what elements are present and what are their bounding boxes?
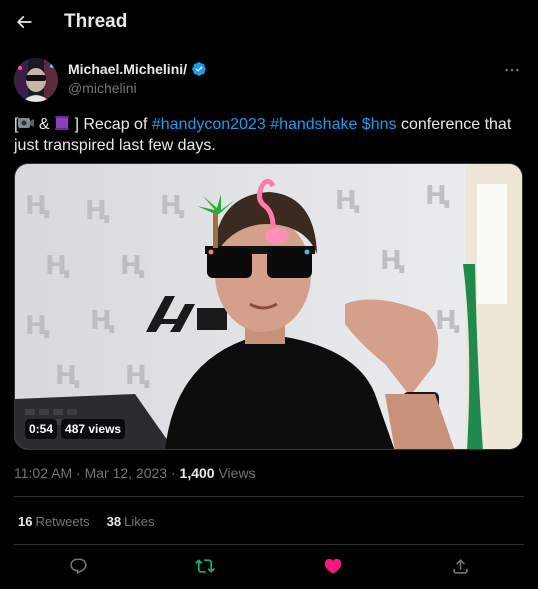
verified-badge-icon xyxy=(192,62,206,76)
svg-text:Ⱨ: Ⱨ xyxy=(160,191,185,221)
separator: · xyxy=(72,465,85,481)
svg-text:Ⱨ: Ⱨ xyxy=(335,186,360,216)
video-duration-badge: 0:54 xyxy=(25,419,58,439)
display-name[interactable]: Michael.Michelini/ xyxy=(68,61,207,77)
svg-text:Ⱨ: Ⱨ xyxy=(90,306,115,336)
svg-text:Ⱨ: Ⱨ xyxy=(435,306,460,336)
arrow-left-icon xyxy=(16,15,32,29)
retweet-icon xyxy=(195,559,215,573)
tweet-meta: 11:02 AM · Mar 12, 2023 · 1,400 Views xyxy=(14,465,256,481)
tweet-date[interactable]: Mar 12, 2023 xyxy=(85,465,168,481)
tweet-actions xyxy=(14,554,524,578)
svg-text:Ⱨ: Ⱨ xyxy=(25,311,50,341)
handle[interactable]: @michelini xyxy=(68,80,207,96)
video-thumbnail: Ⱨ Ⱨ Ⱨ Ⱨ Ⱨ Ⱨ Ⱨ Ⱨ Ⱨ Ⱨ Ⱨ Ⱨ Ⱨ xyxy=(15,164,522,449)
heart-icon xyxy=(324,558,342,574)
share-icon xyxy=(452,558,468,574)
hashtag-link[interactable]: #handshake xyxy=(270,116,357,133)
retweets-count: 16 xyxy=(18,514,33,529)
retweet-button[interactable] xyxy=(193,554,217,578)
page-title: Thread xyxy=(64,11,128,32)
reply-icon xyxy=(69,558,87,574)
more-options-button[interactable] xyxy=(500,60,524,80)
text-segment: ] Recap of xyxy=(70,116,152,133)
likes-count: 38 xyxy=(106,514,122,529)
svg-text:Ⱨ: Ⱨ xyxy=(380,246,405,276)
retweets-stat[interactable]: 16 Retweets xyxy=(18,514,90,529)
svg-text:Ⱨ: Ⱨ xyxy=(125,361,150,391)
views-count: 1,400 xyxy=(179,465,215,481)
video-views-badge: 487 views xyxy=(61,419,126,439)
share-button[interactable] xyxy=(448,554,472,578)
tweet-time[interactable]: 11:02 AM xyxy=(14,465,72,481)
text-segment: & xyxy=(34,116,55,133)
hashtag-link[interactable]: #handycon2023 xyxy=(152,116,266,133)
svg-text:Ⱨ: Ⱨ xyxy=(85,196,110,226)
camera-emoji-icon xyxy=(18,118,35,128)
avatar[interactable] xyxy=(14,58,58,102)
divider xyxy=(14,496,524,497)
more-dots-icon xyxy=(505,68,519,72)
separator: · xyxy=(167,465,180,481)
views-label: Views xyxy=(214,465,256,481)
engagement-stats: 16 Retweets 38 Likes xyxy=(18,514,155,529)
tweet-author: Michael.Michelini/ @michelini xyxy=(14,58,524,102)
top-bar: Thread xyxy=(0,0,538,44)
video-player[interactable]: Ⱨ Ⱨ Ⱨ Ⱨ Ⱨ Ⱨ Ⱨ Ⱨ Ⱨ Ⱨ Ⱨ Ⱨ Ⱨ 0:54 487 views xyxy=(14,163,523,450)
display-name-text: Michael.Michelini/ xyxy=(68,61,188,77)
svg-text:Ⱨ: Ⱨ xyxy=(120,251,145,281)
likes-stat[interactable]: 38 Likes xyxy=(107,514,155,529)
svg-text:Ⱨ: Ⱨ xyxy=(55,361,80,391)
tweet-text: [ & ] Recap of #handycon2023 #handshake … xyxy=(14,114,524,156)
svg-text:Ⱨ: Ⱨ xyxy=(45,251,70,281)
svg-text:Ⱨ: Ⱨ xyxy=(25,191,50,221)
svg-text:Ⱨ: Ⱨ xyxy=(425,181,450,211)
like-button[interactable] xyxy=(321,554,345,578)
divider xyxy=(14,544,524,545)
retweets-label: Retweets xyxy=(35,514,90,529)
scroll-emoji-icon xyxy=(55,116,70,130)
cashtag-link[interactable]: $hns xyxy=(362,116,397,133)
back-button[interactable] xyxy=(10,8,38,36)
likes-label: Likes xyxy=(124,514,155,529)
reply-button[interactable] xyxy=(66,554,90,578)
